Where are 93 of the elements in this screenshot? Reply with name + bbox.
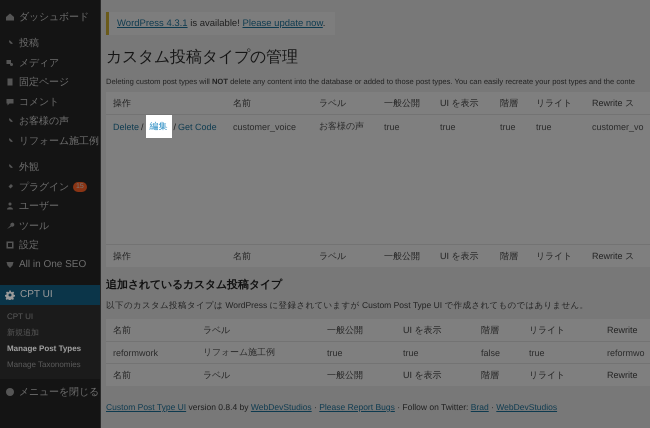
column-header: ラベル <box>319 96 347 110</box>
column-header: 操作 <box>113 250 132 262</box>
submenu-item[interactable]: 新規追加 <box>0 324 100 340</box>
page-title: カスタム投稿タイプの管理 <box>106 48 299 68</box>
link[interactable]: WebDevStudios <box>250 402 312 412</box>
column-header: Rewrite ス <box>592 96 636 110</box>
submenu-item[interactable]: Manage Post Types <box>0 340 100 356</box>
column-header: 一般公開 <box>327 368 364 382</box>
table-cell-text: customer_voice <box>233 122 298 132</box>
footer-text: · Follow on Twitter: <box>396 402 470 412</box>
table-cell-text: customer_vo <box>592 122 645 132</box>
link[interactable]: Please update now <box>242 18 323 29</box>
action-link[interactable]: Get Code <box>178 122 217 132</box>
column-header: Rewrite <box>607 370 639 380</box>
gear-icon <box>5 290 15 300</box>
menu-icon <box>5 58 15 68</box>
menu-item[interactable]: 外観 <box>0 158 100 177</box>
table-cell-text: reformwork <box>113 348 160 358</box>
column-header: 一般公開 <box>384 250 421 262</box>
menu-item[interactable]: All in One SEO <box>0 255 100 274</box>
column-header: 階層 <box>481 324 500 336</box>
column-header: リライト <box>536 250 573 262</box>
table-cell-text: true <box>529 348 546 358</box>
column-header: 名前 <box>233 250 252 262</box>
footer-text: · <box>313 402 318 412</box>
column-header: 名前 <box>113 368 132 382</box>
column-header: 名前 <box>113 324 132 336</box>
link[interactable]: Custom Post Type UI <box>106 402 186 412</box>
link[interactable]: Please Report Bugs <box>319 402 395 412</box>
column-header: 一般公開 <box>327 324 364 336</box>
section-title: 追加されているカスタム投稿タイプ <box>106 278 284 292</box>
column-header: ラベル <box>319 250 347 262</box>
column-header: リライト <box>536 96 573 110</box>
table-cell-text: true <box>440 122 457 132</box>
column-header: ラベル <box>203 368 231 382</box>
action-link[interactable]: 編集 <box>146 115 172 138</box>
action-link[interactable]: Delete <box>113 122 140 132</box>
column-header: リライト <box>529 324 566 336</box>
menu-icon <box>5 96 15 107</box>
menu-item[interactable]: ユーザー <box>0 196 100 216</box>
column-header: UI を表示 <box>403 368 443 382</box>
menu-item[interactable]: メディア <box>0 53 100 72</box>
link[interactable]: Brad <box>470 402 489 412</box>
column-header: 階層 <box>500 96 519 110</box>
table-cell-text: true <box>536 122 553 132</box>
column-header: 一般公開 <box>384 96 421 110</box>
column-header: Rewrite <box>607 325 639 335</box>
menu-item[interactable]: コメント <box>0 92 100 112</box>
link[interactable]: WordPress 4.3.1 <box>117 18 188 29</box>
description-text: 以下のカスタム投稿タイプは WordPress に登録されていますが Custom Post Type UI で作成されてものではありません。 <box>106 300 590 312</box>
column-header: 名前 <box>233 96 252 110</box>
column-header: 階層 <box>481 368 500 382</box>
menu-icon <box>5 240 15 250</box>
submenu-item[interactable]: CPT UI <box>0 308 100 324</box>
notice-text: is available! <box>189 18 241 29</box>
column-header: ラベル <box>203 324 231 336</box>
footer-text: · <box>490 402 495 412</box>
table-cell-text: true <box>327 348 344 358</box>
column-header: UI を表示 <box>440 250 480 262</box>
footer-text: version 0.8.4 by <box>188 402 250 412</box>
submenu-item[interactable]: Manage Taxonomies <box>0 356 100 372</box>
notice-text: . <box>322 18 326 29</box>
menu-item[interactable]: CPT UI <box>0 284 100 304</box>
column-header: Rewrite ス <box>592 250 636 262</box>
menu-item[interactable]: リフォーム施工例 <box>0 131 100 150</box>
menu-icon <box>5 77 15 88</box>
table-cell-text: お客様の声 <box>319 120 365 133</box>
table-cell-text: リフォーム施工例 <box>203 346 276 359</box>
menu-item[interactable]: ダッシュボード <box>0 7 100 26</box>
column-header: 階層 <box>500 250 519 262</box>
menu-item[interactable]: お客様の声 <box>0 112 100 131</box>
menu-item[interactable]: 固定ページ <box>0 72 100 92</box>
menu-item[interactable]: 設定 <box>0 236 100 255</box>
menu-icon <box>5 260 15 270</box>
column-header: リライト <box>529 368 566 382</box>
separator-text: / <box>140 122 145 132</box>
table-cell-text: reformwo <box>607 348 646 358</box>
collapse-menu-button[interactable]: メニューを閉じる <box>0 382 100 402</box>
link[interactable]: WebDevStudios <box>496 402 558 412</box>
table-cell-text: true <box>384 122 401 132</box>
column-header: 操作 <box>113 96 132 110</box>
menu-item[interactable]: 投稿 <box>0 34 100 53</box>
column-header: UI を表示 <box>403 324 443 336</box>
table-cell-text: true <box>403 348 420 358</box>
table-cell-text: false <box>481 348 502 358</box>
menu-icon <box>5 12 15 22</box>
column-header: UI を表示 <box>440 96 480 110</box>
menu-icon <box>5 220 15 231</box>
table-cell-text: true <box>500 122 517 132</box>
collapse-icon <box>5 387 15 398</box>
separator-text: / <box>172 122 178 132</box>
menu-icon <box>5 201 15 212</box>
menu-item[interactable]: ツール <box>0 216 100 236</box>
